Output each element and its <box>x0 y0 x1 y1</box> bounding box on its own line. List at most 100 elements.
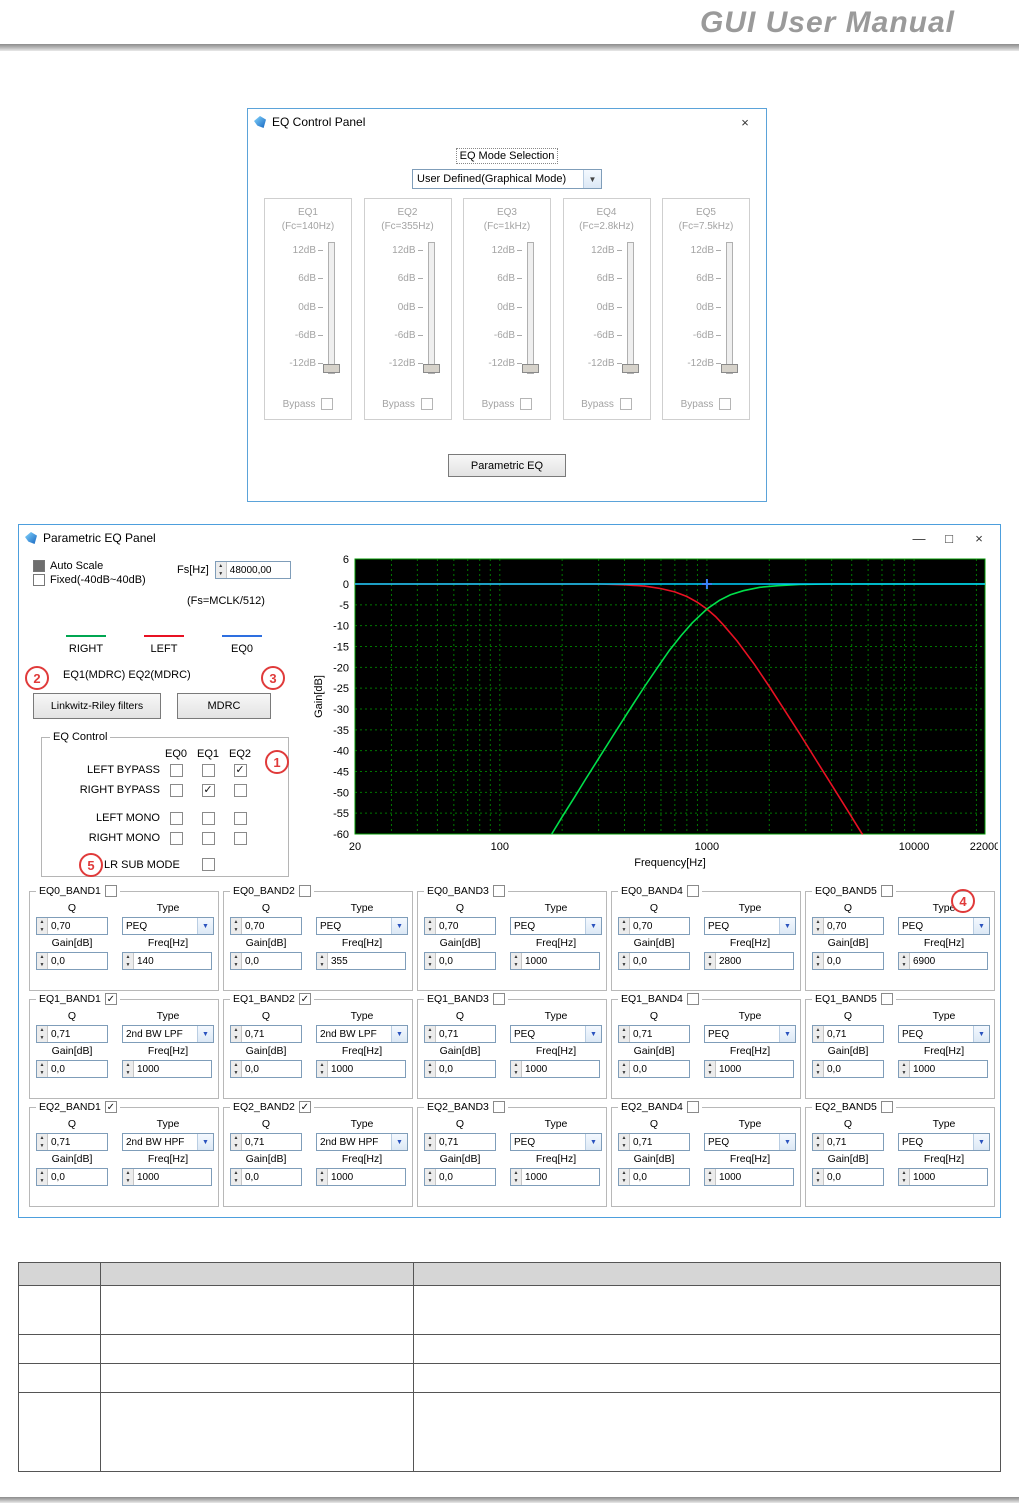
dropdown-arrow-icon[interactable]: ▼ <box>391 1026 407 1042</box>
gain-spinner[interactable]: ▲ ▼ 0,0 <box>618 1060 690 1078</box>
right-bypass-eq1-checkbox[interactable]: ✓ <box>201 783 215 797</box>
type-combo[interactable]: 2nd BW LPF ▼ <box>316 1025 408 1043</box>
spinner-arrows[interactable]: ▲ ▼ <box>813 918 824 934</box>
freq-spinner[interactable]: ▲ ▼ 1000 <box>510 952 600 970</box>
band-enable-checkbox[interactable]: ✓ <box>104 1101 117 1113</box>
gain-spinner-value[interactable]: 0,0 <box>630 953 689 969</box>
band-enable-checkbox[interactable]: ✓ <box>298 1101 311 1113</box>
bypass-checkbox[interactable] <box>719 398 732 410</box>
spin-down-icon[interactable]: ▼ <box>705 1069 715 1077</box>
freq-spinner[interactable]: ▲ ▼ 1000 <box>510 1060 600 1078</box>
spinner-arrows[interactable]: ▲ ▼ <box>37 1026 48 1042</box>
q-spinner-value[interactable]: 0,70 <box>242 918 301 934</box>
spin-down-icon[interactable]: ▼ <box>425 1034 435 1042</box>
spinner-arrows[interactable]: ▲ ▼ <box>425 1026 436 1042</box>
spin-down-icon[interactable]: ▼ <box>813 926 823 934</box>
band-enable-checkbox[interactable] <box>880 885 893 897</box>
freq-spinner-value[interactable]: 1000 <box>522 1169 599 1185</box>
spin-up-icon[interactable]: ▲ <box>231 953 241 961</box>
close-button[interactable]: × <box>730 111 760 133</box>
spinner-arrows[interactable]: ▲ ▼ <box>123 953 134 969</box>
gain-spinner-value[interactable]: 0,0 <box>436 1169 495 1185</box>
gain-slider-thumb[interactable] <box>522 364 539 373</box>
spin-down-icon[interactable]: ▼ <box>899 1069 909 1077</box>
gain-slider-thumb[interactable] <box>621 364 639 373</box>
freq-spinner-value[interactable]: 6900 <box>910 953 987 969</box>
gain-spinner-value[interactable]: 0,0 <box>824 953 883 969</box>
spin-down-icon[interactable]: ▼ <box>899 961 909 969</box>
gain-spinner-value[interactable]: 0,0 <box>436 953 495 969</box>
scale-option-0[interactable]: Auto Scale <box>33 559 146 573</box>
gain-slider-track[interactable] <box>422 242 440 374</box>
gain-spinner[interactable]: ▲ ▼ 0,0 <box>812 1168 884 1186</box>
spinner-arrows[interactable]: ▲ ▼ <box>705 953 716 969</box>
type-combo[interactable]: PEQ ▼ <box>510 917 602 935</box>
spinner-arrows[interactable]: ▲ ▼ <box>231 1134 242 1150</box>
mdrc-button[interactable]: MDRC <box>177 693 271 719</box>
spin-up-icon[interactable]: ▲ <box>813 1134 823 1142</box>
spinner-arrows[interactable]: ▲ ▼ <box>813 1061 824 1077</box>
dropdown-arrow-icon[interactable]: ▼ <box>585 1026 601 1042</box>
spin-down-icon[interactable]: ▼ <box>231 1034 241 1042</box>
dropdown-arrow-icon[interactable]: ▼ <box>585 1134 601 1150</box>
spinner-arrows[interactable]: ▲ ▼ <box>37 953 48 969</box>
q-spinner-value[interactable]: 0,71 <box>824 1134 883 1150</box>
spin-down-icon[interactable]: ▼ <box>813 1034 823 1042</box>
spinner-arrows[interactable]: ▲ ▼ <box>619 1134 630 1150</box>
spinner-arrows[interactable]: ▲ ▼ <box>813 1134 824 1150</box>
spinner-arrows[interactable]: ▲ ▼ <box>425 953 436 969</box>
left-bypass-eq1-checkbox[interactable] <box>201 763 215 777</box>
spinner-arrows[interactable]: ▲ ▼ <box>123 1061 134 1077</box>
q-spinner[interactable]: ▲ ▼ 0,70 <box>230 917 302 935</box>
band-enable-checkbox[interactable] <box>104 885 117 897</box>
spin-up-icon[interactable]: ▲ <box>37 1026 47 1034</box>
type-combo[interactable]: PEQ ▼ <box>510 1133 602 1151</box>
spin-up-icon[interactable]: ▲ <box>231 1061 241 1069</box>
spin-up-icon[interactable]: ▲ <box>511 953 521 961</box>
spin-down-icon[interactable]: ▼ <box>37 1034 47 1042</box>
q-spinner-value[interactable]: 0,71 <box>436 1134 495 1150</box>
q-spinner[interactable]: ▲ ▼ 0,71 <box>618 1025 690 1043</box>
minimize-button[interactable]: — <box>904 527 934 549</box>
spin-down-icon[interactable]: ▼ <box>511 1177 521 1185</box>
spin-down-icon[interactable]: ▼ <box>123 1177 133 1185</box>
dropdown-arrow-icon[interactable]: ▼ <box>583 170 601 188</box>
gain-spinner[interactable]: ▲ ▼ 0,0 <box>230 1168 302 1186</box>
gain-spinner-value[interactable]: 0,0 <box>48 953 107 969</box>
linkwitz-riley-filters-button[interactable]: Linkwitz-Riley filters <box>33 693 161 719</box>
dropdown-arrow-icon[interactable]: ▼ <box>585 918 601 934</box>
spin-up-icon[interactable]: ▲ <box>123 1169 133 1177</box>
spin-up-icon[interactable]: ▲ <box>425 918 435 926</box>
q-spinner[interactable]: ▲ ▼ 0,71 <box>618 1133 690 1151</box>
q-spinner-value[interactable]: 0,70 <box>48 918 107 934</box>
q-spinner-value[interactable]: 0,71 <box>824 1026 883 1042</box>
spinner-arrows[interactable]: ▲ ▼ <box>425 918 436 934</box>
spin-down-icon[interactable]: ▼ <box>231 961 241 969</box>
q-spinner-value[interactable]: 0,70 <box>824 918 883 934</box>
spin-down-icon[interactable]: ▼ <box>317 961 327 969</box>
dropdown-arrow-icon[interactable]: ▼ <box>779 1134 795 1150</box>
q-spinner[interactable]: ▲ ▼ 0,71 <box>36 1025 108 1043</box>
spin-down-icon[interactable]: ▼ <box>813 1142 823 1150</box>
type-combo[interactable]: PEQ ▼ <box>122 917 214 935</box>
spinner-arrows[interactable]: ▲ ▼ <box>899 953 910 969</box>
freq-spinner-value[interactable]: 1000 <box>134 1169 211 1185</box>
spinner-arrows[interactable]: ▲ ▼ <box>425 1061 436 1077</box>
gain-spinner[interactable]: ▲ ▼ 0,0 <box>36 1060 108 1078</box>
gain-spinner-value[interactable]: 0,0 <box>242 953 301 969</box>
spin-down-icon[interactable]: ▼ <box>425 1177 435 1185</box>
spin-up-icon[interactable]: ▲ <box>619 1061 629 1069</box>
spin-up-icon[interactable]: ▲ <box>231 918 241 926</box>
right-mono-eq0-checkbox[interactable] <box>169 831 183 845</box>
spin-down-icon[interactable]: ▼ <box>425 1142 435 1150</box>
spin-up-icon[interactable]: ▲ <box>619 1169 629 1177</box>
spin-down-icon[interactable]: ▼ <box>123 1069 133 1077</box>
spinner-arrows[interactable]: ▲ ▼ <box>619 1061 630 1077</box>
lr-sub-mode-checkbox[interactable] <box>201 858 215 871</box>
spin-up-icon[interactable]: ▲ <box>37 1061 47 1069</box>
band-enable-checkbox[interactable] <box>880 1101 893 1113</box>
freq-spinner-value[interactable]: 140 <box>134 953 211 969</box>
spinner-arrows[interactable]: ▲ ▼ <box>231 1169 242 1185</box>
type-combo[interactable]: PEQ ▼ <box>898 1025 990 1043</box>
q-spinner-value[interactable]: 0,71 <box>48 1026 107 1042</box>
